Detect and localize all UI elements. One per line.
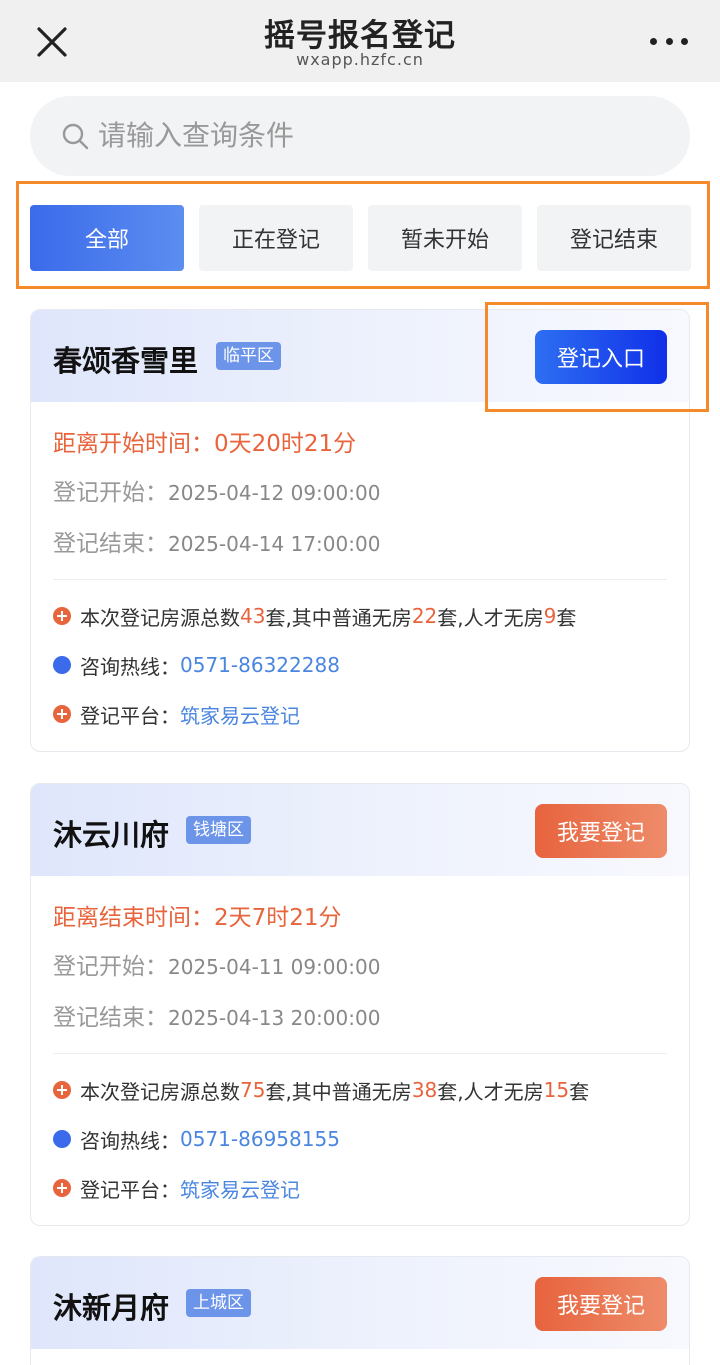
project-name: 沐新月府	[53, 1291, 170, 1325]
page-url: wxapp.hzfc.cn	[296, 50, 424, 69]
page-title: 摇号报名登记	[264, 18, 456, 54]
search-icon	[60, 121, 90, 151]
housing-source-row: 本次登记房源总数 43 套 ,其中普通无房 22 套 ,人才无房 9 套	[53, 602, 679, 630]
district-badge: 上城区	[186, 1289, 251, 1317]
countdown-text: 距离结束时间：2天7时21分	[53, 905, 342, 931]
register-button[interactable]: 我要登记	[535, 804, 667, 858]
project-card: 沐云川府 钱塘区 我要登记 距离结束时间：2天7时21分 登记开始：2025-0…	[30, 783, 690, 1226]
plus-circle-icon	[53, 1081, 71, 1099]
platform-row: 登记平台： 筑家易云登记	[53, 700, 679, 728]
register-end-row: 登记结束：2025-04-14 17:00:00	[53, 531, 381, 557]
hotline-link[interactable]: 0571-86958155	[180, 1127, 340, 1151]
platform-row: 登记平台： 筑家易云登记	[53, 1174, 679, 1202]
filter-tab-not-started[interactable]: 暂未开始	[368, 205, 522, 271]
divider	[53, 1053, 667, 1054]
countdown-text: 距离开始时间：0天20时21分	[53, 431, 357, 457]
district-badge: 钱塘区	[186, 816, 251, 844]
register-button[interactable]: 我要登记	[535, 1277, 667, 1331]
search-placeholder: 请输入查询条件	[98, 119, 295, 152]
project-card: 沐新月府 上城区 我要登记	[30, 1256, 690, 1365]
hotline-row: 咨询热线： 0571-86322288	[53, 651, 679, 679]
register-start-row: 登记开始：2025-04-11 09:00:00	[53, 954, 381, 980]
register-start-row: 登记开始：2025-04-12 09:00:00	[53, 480, 381, 506]
plus-circle-icon	[53, 1179, 71, 1197]
housing-source-row: 本次登记房源总数 75 套 ,其中普通无房 38 套 ,人才无房 15 套	[53, 1076, 679, 1104]
register-end-row: 登记结束：2025-04-13 20:00:00	[53, 1005, 381, 1031]
platform-link[interactable]: 筑家易云登记	[180, 1174, 300, 1203]
hotline-row: 咨询热线： 0571-86958155	[53, 1125, 679, 1153]
divider	[53, 579, 667, 580]
filter-tab-all[interactable]: 全部	[30, 205, 184, 271]
district-badge: 临平区	[216, 342, 281, 370]
plus-circle-icon	[53, 705, 71, 723]
search-input[interactable]: 请输入查询条件	[30, 96, 690, 176]
hotline-link[interactable]: 0571-86322288	[180, 653, 340, 677]
entry-highlight-frame	[485, 302, 709, 412]
phone-icon	[53, 1130, 71, 1148]
nav-bar: 摇号报名登记 wxapp.hzfc.cn	[0, 0, 720, 82]
plus-circle-icon	[53, 607, 71, 625]
filter-tab-ended[interactable]: 登记结束	[537, 205, 691, 271]
project-name: 沐云川府	[53, 818, 170, 852]
phone-icon	[53, 656, 71, 674]
card-header: 沐云川府 钱塘区 我要登记	[31, 784, 689, 876]
filter-tab-registering[interactable]: 正在登记	[199, 205, 353, 271]
more-icon[interactable]	[650, 26, 688, 56]
platform-link[interactable]: 筑家易云登记	[180, 700, 300, 729]
card-header: 沐新月府 上城区 我要登记	[31, 1257, 689, 1349]
project-name: 春颂香雪里	[53, 344, 199, 378]
